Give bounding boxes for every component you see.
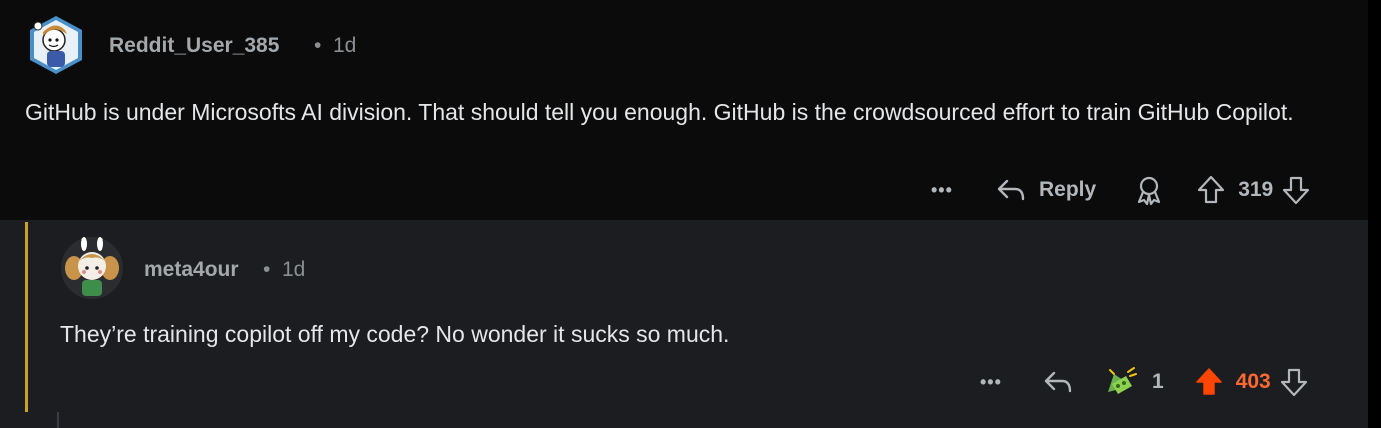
- downvote-button[interactable]: [1279, 366, 1309, 398]
- reply-icon: [1044, 371, 1072, 393]
- award-button[interactable]: 1: [1104, 366, 1164, 398]
- reply-icon: [997, 179, 1025, 201]
- comment-age[interactable]: 1d: [333, 34, 356, 58]
- user-avatar[interactable]: [60, 236, 124, 300]
- comment-actions: ••• Reply 319: [931, 173, 1311, 207]
- comment-author[interactable]: Reddit_User_385: [109, 34, 279, 58]
- child-thread-line[interactable]: [57, 412, 59, 428]
- comment-age[interactable]: 1d: [282, 258, 305, 282]
- more-options-button[interactable]: •••: [931, 180, 963, 201]
- scroll-gutter: [1368, 0, 1381, 428]
- reply-button[interactable]: [1042, 367, 1074, 397]
- vote-score: 403: [1235, 370, 1271, 393]
- downvote-icon: [1283, 176, 1310, 205]
- vote-score: 319: [1238, 178, 1274, 201]
- comment-body: GitHub is under Microsofts AI division. …: [25, 99, 1294, 125]
- more-label: •••: [980, 371, 1002, 392]
- award-count: 1: [1152, 370, 1164, 393]
- reply-label: Reply: [1039, 178, 1097, 201]
- downvote-icon: [1280, 368, 1307, 397]
- comment-author[interactable]: meta4our: [144, 258, 239, 282]
- reply-button[interactable]: Reply: [995, 175, 1096, 205]
- more-options-button[interactable]: •••: [980, 372, 1012, 393]
- upvote-icon: [1195, 368, 1222, 395]
- downvote-button[interactable]: [1281, 174, 1311, 206]
- award-button[interactable]: [1134, 174, 1164, 206]
- upvote-icon: [1198, 175, 1225, 204]
- thread-line[interactable]: [25, 222, 28, 412]
- meta-separator: •: [263, 258, 271, 281]
- upvote-button[interactable]: [1194, 366, 1224, 398]
- more-label: •••: [931, 179, 953, 200]
- comment-actions: ••• 1 403: [980, 365, 1309, 399]
- user-avatar[interactable]: [25, 14, 87, 76]
- comment-body: They’re training copilot off my code? No…: [60, 321, 730, 347]
- next-comment-area: [0, 412, 1368, 428]
- award-icon: [1138, 176, 1161, 206]
- award-icon: [1108, 367, 1137, 394]
- upvote-button[interactable]: [1196, 174, 1226, 206]
- meta-separator: •: [314, 34, 322, 57]
